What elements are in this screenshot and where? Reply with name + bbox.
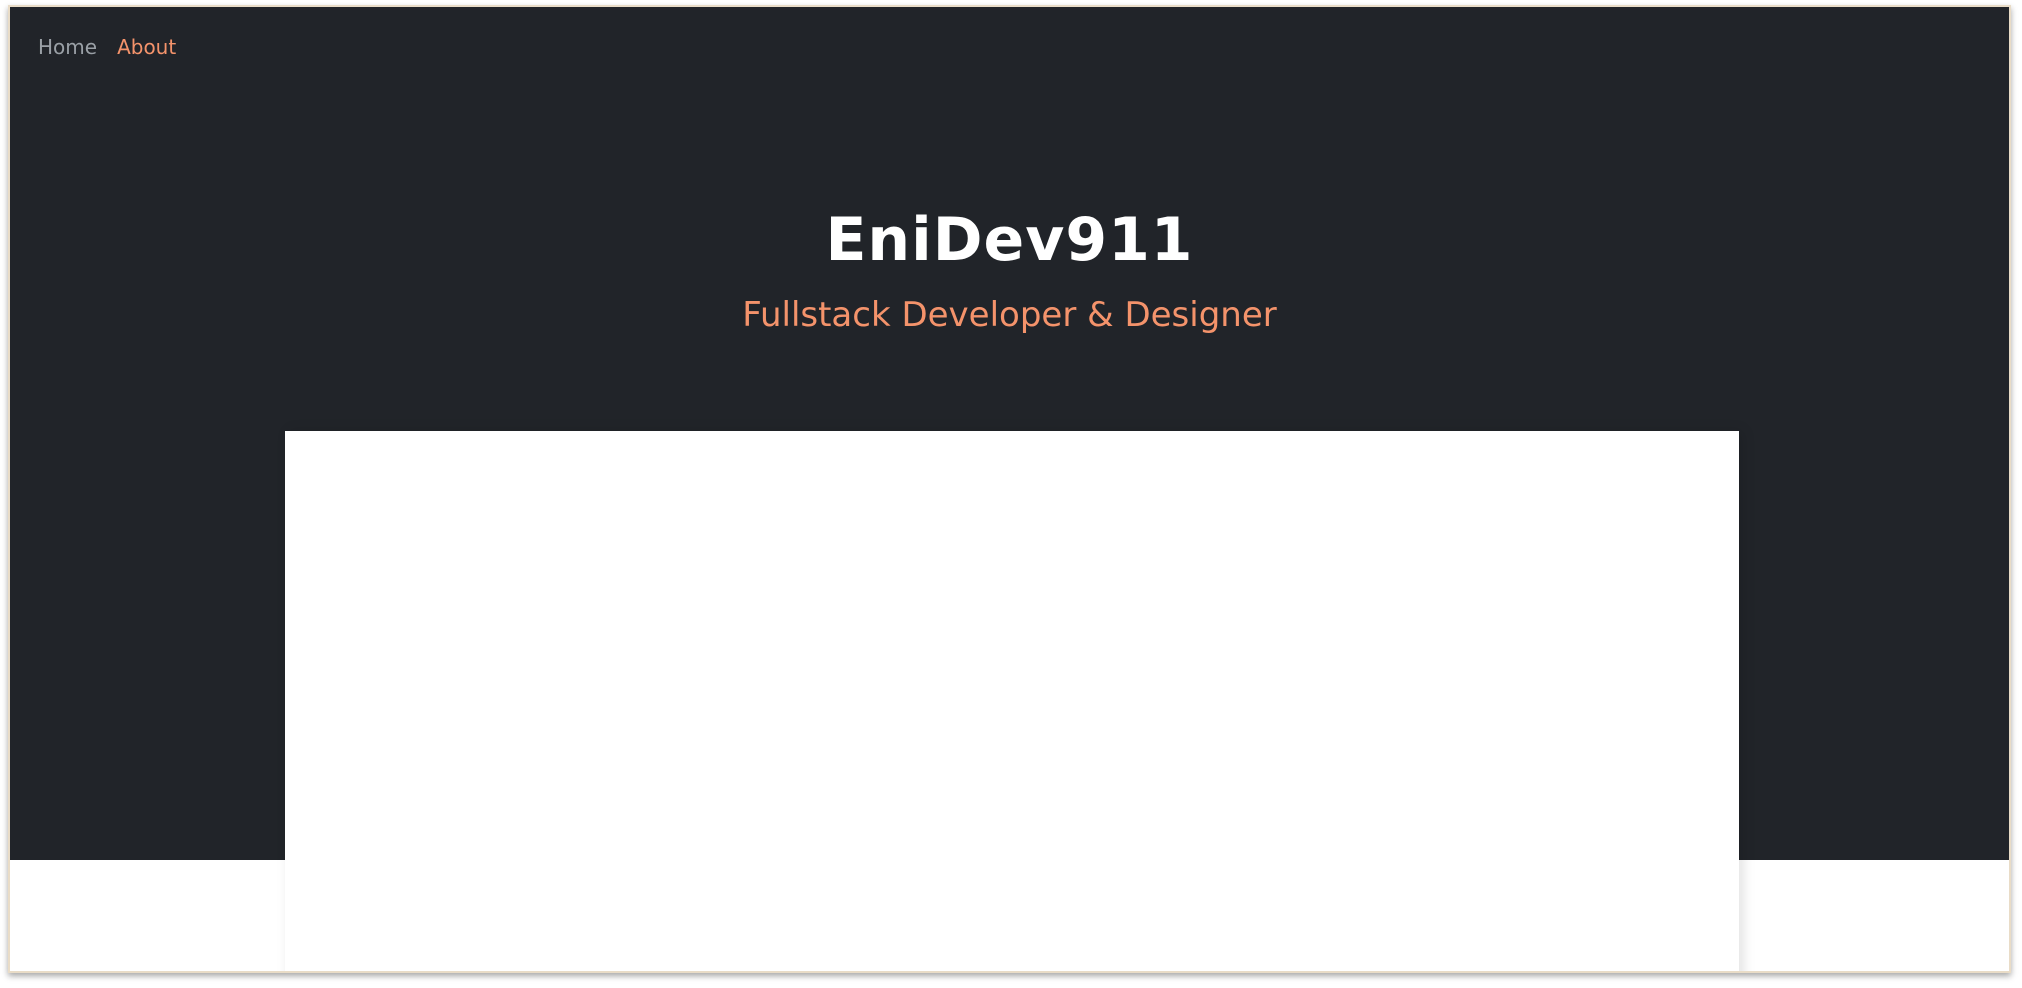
- browser-frame: Home About EniDev911 Fullstack Developer…: [8, 5, 2011, 973]
- content-panel: [285, 431, 1739, 971]
- top-nav: Home About: [38, 35, 176, 59]
- page-subtitle: Fullstack Developer & Designer: [742, 295, 1277, 335]
- page-title: EniDev911: [825, 205, 1194, 275]
- nav-link-home[interactable]: Home: [38, 35, 97, 59]
- nav-link-about[interactable]: About: [117, 35, 176, 59]
- hero-title-block: EniDev911 Fullstack Developer & Designer: [10, 205, 2009, 335]
